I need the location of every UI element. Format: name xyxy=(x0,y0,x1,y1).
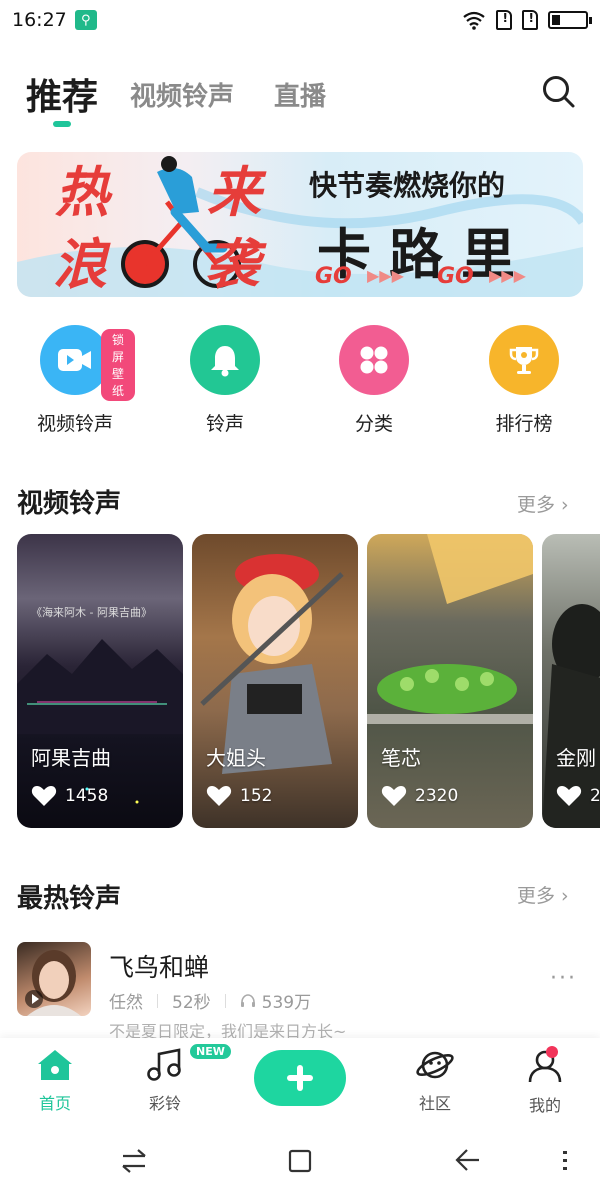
card-title: 笔芯 xyxy=(381,746,421,770)
section-title-hot: 最热铃声 xyxy=(17,884,122,914)
song-item[interactable]: 飞鸟和蝉 任然 52秒 539万 不是夏日限定，我们是来日方长~ ··· xyxy=(17,940,583,1041)
heart-icon xyxy=(556,786,582,806)
heart-icon xyxy=(206,786,232,806)
system-nav-bar xyxy=(0,1126,600,1200)
music-note-icon xyxy=(147,1048,181,1081)
user-icon xyxy=(528,1050,562,1083)
battery-icon xyxy=(548,11,592,29)
card-likes: 2 xyxy=(556,784,600,808)
bottom-tab-bar: 首页 彩铃 NEW 社区 我的 xyxy=(0,1038,600,1126)
sim1-icon xyxy=(496,10,512,30)
banner-arrows-2: ▶▶▶ xyxy=(489,266,526,285)
bell-icon xyxy=(190,325,260,395)
heart-icon xyxy=(381,786,407,806)
planet-icon xyxy=(416,1051,454,1079)
more-options-icon[interactable]: ··· xyxy=(550,966,577,991)
video-card-list: 《海来阿木 - 阿果吉曲》 阿果吉曲 1458 大姐头 152 笔芯 2320 … xyxy=(17,534,600,828)
usb-icon: ⚲ xyxy=(74,10,97,30)
tab-video-ringtone[interactable]: 视频铃声 xyxy=(130,76,234,113)
video-icon xyxy=(40,325,110,395)
quick-category[interactable]: 分类 xyxy=(314,325,434,436)
card-likes: 2320 xyxy=(381,784,458,808)
quick-video-ringtone[interactable]: 锁屏壁纸 视频铃声 xyxy=(15,325,135,436)
trophy-icon xyxy=(489,325,559,395)
video-card[interactable]: 笔芯 2320 xyxy=(367,534,533,828)
back-icon[interactable] xyxy=(453,1146,481,1174)
card-title: 阿果吉曲 xyxy=(31,746,111,770)
more-link-video[interactable]: 更多 › xyxy=(517,490,569,517)
top-nav: 推荐 视频铃声 直播 xyxy=(0,60,600,130)
promo-banner[interactable]: 热 来 浪 袭 快节奏燃烧你的 卡路里 GO ▶▶▶ GO ▶▶▶ xyxy=(17,152,583,297)
card-title: 金刚 xyxy=(556,746,596,770)
tab-home[interactable]: 首页 xyxy=(15,1048,95,1114)
create-plus-button[interactable] xyxy=(254,1050,346,1106)
song-meta: 任然 52秒 539万 xyxy=(109,988,311,1013)
song-cover[interactable] xyxy=(17,942,91,1016)
home-icon xyxy=(38,1050,72,1080)
banner-go-1: GO xyxy=(315,264,352,289)
notification-dot xyxy=(546,1046,558,1058)
banner-hot-2a: 浪 xyxy=(53,233,107,296)
section-title-video: 视频铃声 xyxy=(17,489,122,519)
tab-label-home: 首页 xyxy=(38,1094,71,1113)
quick-label: 分类 xyxy=(354,413,393,435)
sim2-icon xyxy=(522,10,538,30)
video-card[interactable]: 《海来阿木 - 阿果吉曲》 阿果吉曲 1458 xyxy=(17,534,183,828)
status-bar: 16:27 ⚲ xyxy=(0,0,600,40)
card-likes: 1458 xyxy=(31,784,108,808)
home-square-icon[interactable] xyxy=(287,1148,313,1174)
wifi-icon xyxy=(463,11,485,30)
song-artist: 任然 xyxy=(109,993,143,1013)
divider xyxy=(224,993,226,1008)
clock: 16:27 xyxy=(12,9,67,31)
banner-slogan: 快节奏燃烧你的 xyxy=(309,169,506,202)
quick-label: 排行榜 xyxy=(495,413,553,435)
video-card[interactable]: 大姐头 152 xyxy=(192,534,358,828)
play-icon[interactable] xyxy=(25,990,43,1008)
quick-ranking[interactable]: 排行榜 xyxy=(464,325,584,436)
quick-label: 视频铃声 xyxy=(36,413,113,435)
plus-icon xyxy=(287,1065,313,1091)
song-duration: 52秒 xyxy=(172,993,211,1013)
lockscreen-badge: 锁屏壁纸 xyxy=(101,329,135,401)
card-likes: 152 xyxy=(206,784,272,808)
tab-mine[interactable]: 我的 xyxy=(505,1048,585,1116)
tab-label-mine: 我的 xyxy=(528,1096,561,1115)
card-title: 大姐头 xyxy=(206,746,266,770)
divider xyxy=(157,993,158,1008)
banner-hot-1a: 热 xyxy=(55,161,109,224)
tab-indicator xyxy=(53,121,71,127)
new-badge: NEW xyxy=(190,1044,231,1059)
banner-hot-1b: 来 xyxy=(207,161,261,224)
tab-live[interactable]: 直播 xyxy=(274,76,326,113)
menu-dots-icon[interactable] xyxy=(560,1150,570,1172)
quick-ringtone[interactable]: 铃声 xyxy=(165,325,285,436)
search-icon[interactable] xyxy=(540,73,576,109)
song-plays: 539万 xyxy=(240,988,311,1013)
tab-label-community: 社区 xyxy=(418,1094,451,1113)
tab-recommend[interactable]: 推荐 xyxy=(26,68,98,120)
quick-label: 铃声 xyxy=(205,413,244,435)
card-overlay-caption: 《海来阿木 - 阿果吉曲》 xyxy=(31,606,152,619)
headphone-icon xyxy=(240,993,255,1007)
video-card[interactable]: 金刚 2 xyxy=(542,534,600,828)
banner-go-2: GO xyxy=(437,264,474,289)
tab-label-ring: 彩铃 xyxy=(148,1094,181,1113)
heart-icon xyxy=(31,786,57,806)
banner-arrows-1: ▶▶▶ xyxy=(367,266,404,285)
quick-entry-row: 锁屏壁纸 视频铃声 铃声 分类 排行榜 xyxy=(0,325,600,440)
banner-hot-2b: 袭 xyxy=(205,233,259,296)
switch-app-icon[interactable] xyxy=(120,1148,148,1174)
tab-community[interactable]: 社区 xyxy=(395,1048,475,1114)
grid-icon xyxy=(339,325,409,395)
song-title: 飞鸟和蝉 xyxy=(109,953,210,982)
more-link-hot[interactable]: 更多 › xyxy=(517,881,569,908)
